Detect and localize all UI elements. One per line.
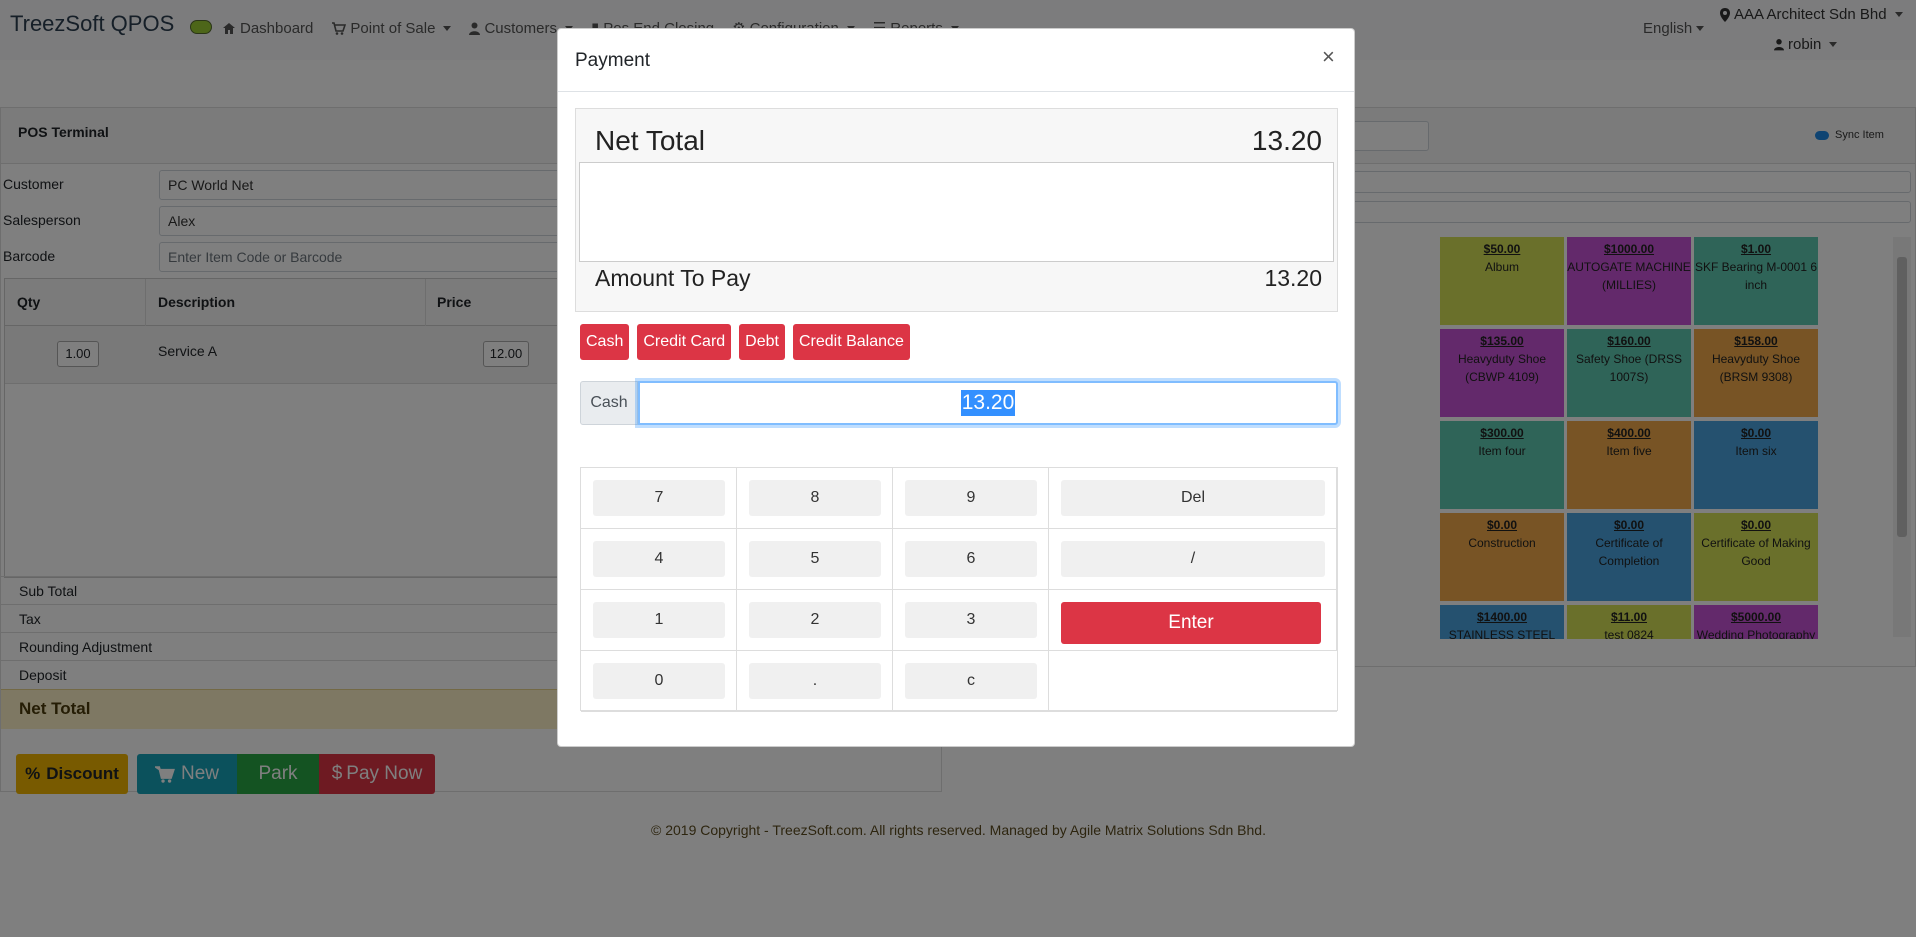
keypad-cell: 0 — [581, 651, 737, 712]
cash-input-group: Cash 13.20 — [580, 381, 1338, 425]
key-4[interactable]: 4 — [593, 541, 725, 577]
keypad-cell: Enter — [1049, 590, 1337, 651]
slash-key[interactable]: / — [1061, 541, 1325, 577]
keypad-cell: 7 — [581, 468, 737, 529]
key-3[interactable]: 3 — [905, 602, 1037, 638]
delete-key[interactable]: Del — [1061, 480, 1325, 516]
amount-to-pay-value: 13.20 — [1264, 265, 1322, 291]
keypad-cell: 8 — [737, 468, 893, 529]
keypad-cell: Del — [1049, 468, 1337, 529]
enter-button[interactable]: Enter — [1061, 602, 1321, 644]
amount-to-pay-label: Amount To Pay — [595, 265, 751, 291]
keypad-cell: 5 — [737, 529, 893, 590]
keypad-cell: 9 — [893, 468, 1049, 529]
cash-amount-value: 13.20 — [960, 390, 1016, 416]
payment-modal-header: Payment × — [558, 29, 1354, 92]
numeric-keypad: 7 8 9 Del 4 5 6 / 1 2 3 Enter 0. c — [580, 467, 1338, 712]
key-2[interactable]: 2 — [749, 602, 881, 638]
key-8[interactable]: 8 — [749, 480, 881, 516]
keypad-cell: . — [737, 651, 893, 712]
key-9[interactable]: 9 — [905, 480, 1037, 516]
key-7[interactable]: 7 — [593, 480, 725, 516]
key-6[interactable]: 6 — [905, 541, 1037, 577]
payment-modal: Payment × Net Total 13.20 Amount To Pay … — [557, 28, 1355, 747]
cash-input-prefix: Cash — [580, 381, 638, 425]
keypad-cell: 3 — [893, 590, 1049, 651]
keypad-empty-cell — [1049, 651, 1337, 712]
credit-balance-method-button[interactable]: Credit Balance — [792, 324, 910, 360]
key-1[interactable]: 1 — [593, 602, 725, 638]
payment-modal-title: Payment — [575, 50, 650, 71]
decimal-key[interactable]: . — [749, 663, 881, 699]
close-icon[interactable]: × — [1322, 46, 1335, 68]
keypad-cell: / — [1049, 529, 1337, 590]
payment-summary: Net Total 13.20 Amount To Pay 13.20 — [575, 108, 1338, 312]
modal-net-total-label: Net Total — [595, 125, 705, 156]
payment-method-buttons: Cash Credit Card Debt Credit Balance — [580, 324, 910, 360]
key-5[interactable]: 5 — [749, 541, 881, 577]
keypad-cell: c — [893, 651, 1049, 712]
payment-list-area — [579, 162, 1334, 262]
key-0[interactable]: 0 — [593, 663, 725, 699]
keypad-cell: 4 — [581, 529, 737, 590]
pos-page: TreezSoft QPOS Dashboard Point of Sale C… — [0, 0, 1916, 937]
modal-net-total-value: 13.20 — [1251, 125, 1322, 156]
keypad-cell: 6 — [893, 529, 1049, 590]
credit-card-method-button[interactable]: Credit Card — [637, 324, 732, 360]
clear-key[interactable]: c — [905, 663, 1037, 699]
cash-method-button[interactable]: Cash — [580, 324, 630, 360]
debt-method-button[interactable]: Debt — [739, 324, 785, 360]
keypad-cell: 1 — [581, 590, 737, 651]
cash-amount-input[interactable]: 13.20 — [638, 381, 1338, 425]
keypad-cell: 2 — [737, 590, 893, 651]
